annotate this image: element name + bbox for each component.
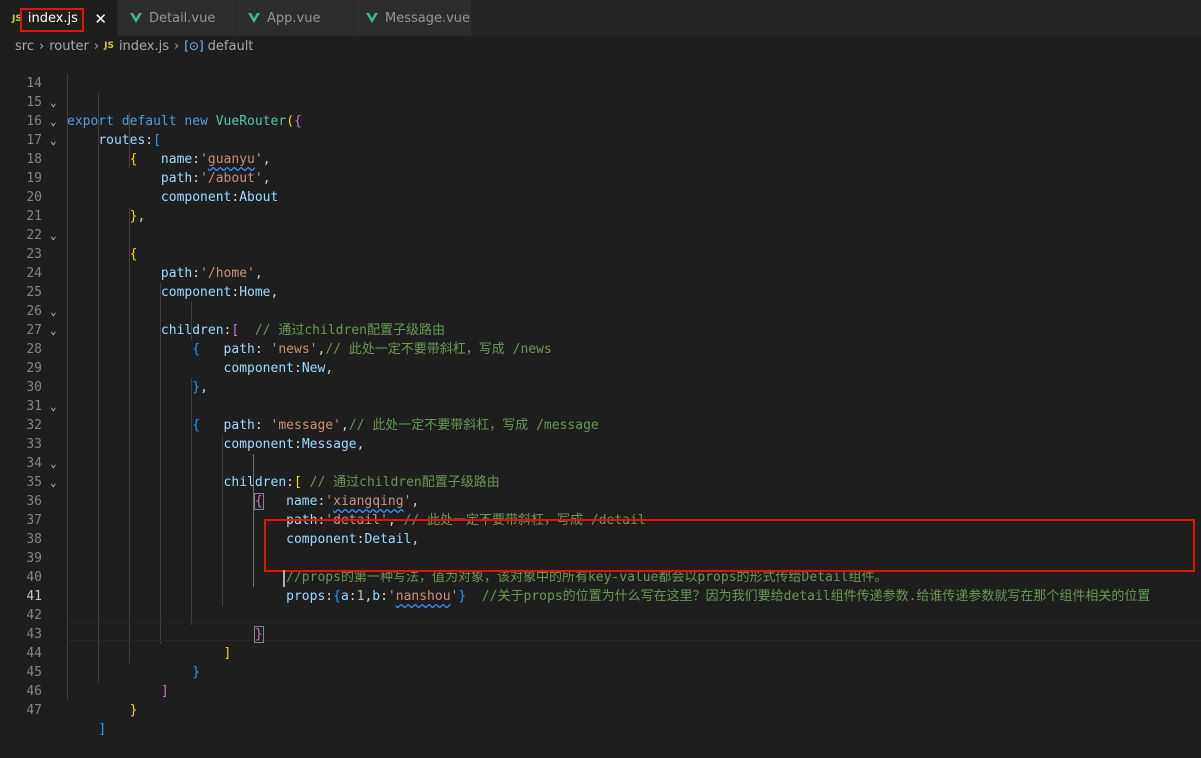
code-line: 26 ⌄ {: [0, 283, 1201, 357]
code-line: 19 component:About: [0, 150, 1201, 205]
code-line: 44 }: [0, 625, 1201, 680]
code-line: 46 }: [0, 663, 1201, 718]
code-line: 30 ⌄ {: [0, 359, 1201, 433]
code-line: 25 ⌄ children:[ // 通过children配置子级路由: [0, 264, 1201, 338]
tab-app-vue[interactable]: App.vue: [236, 0, 354, 36]
code-line: 32 component:Message,: [0, 397, 1201, 452]
tab-detail-vue[interactable]: Detail.vue: [118, 0, 236, 36]
symbol-module-icon: [⊙]: [184, 39, 204, 53]
tab-label: Message.vue: [385, 10, 471, 26]
vue-file-icon: [248, 13, 260, 23]
code-text: }: [129, 703, 138, 718]
code-line: 20 },: [0, 169, 1201, 224]
line-number: 47: [26, 703, 42, 718]
code-line: 15 ⌄ routes:[: [0, 74, 1201, 148]
text-cursor: [283, 570, 285, 587]
breadcrumb-src[interactable]: src: [15, 39, 34, 54]
tab-message-vue[interactable]: Message.vue: [354, 0, 472, 36]
code-line: 22: [0, 207, 1201, 243]
annotation-box-tab: [20, 8, 84, 32]
code-line: 36 path:'detail', // 此处一定不要带斜杠，写成 /detai…: [0, 473, 1201, 528]
code-line: 21 ⌄ {: [0, 188, 1201, 262]
code-line: 23 path:'/home',: [0, 226, 1201, 281]
code-line: 42 }: [0, 587, 1201, 643]
chevron-right-icon: ›: [93, 38, 100, 54]
chevron-right-icon: ›: [38, 38, 45, 54]
code-line: 24 component:Home,: [0, 245, 1201, 300]
code-line: 33 ⌄ children:[ // 通过children配置子级路由: [0, 416, 1201, 490]
annotation-box-code: [264, 519, 1195, 572]
vue-file-icon: [366, 13, 378, 23]
code-line: 37 component:Detail,: [0, 492, 1201, 547]
code-line: 34 ⌄ {: [0, 435, 1201, 510]
code-line: 17 name:'guanyu',: [0, 112, 1201, 167]
code-text: ]: [98, 722, 107, 737]
code-line: 35 name:'xiangqing',: [0, 454, 1201, 509]
code-line: 45 ]: [0, 644, 1201, 699]
code-line: 28 component:New,: [0, 321, 1201, 376]
code-line: 47 ]: [0, 682, 1201, 737]
js-file-icon: JS: [104, 41, 114, 51]
tab-label: Detail.vue: [149, 10, 216, 26]
chevron-right-icon: ›: [174, 38, 180, 54]
vue-file-icon: [130, 13, 142, 23]
code-line: 14 ⌄ export default new VueRouter({: [0, 55, 1201, 129]
breadcrumb-router[interactable]: router: [49, 39, 89, 54]
breadcrumb-symbol[interactable]: default: [208, 39, 254, 54]
breadcrumb-file[interactable]: index.js: [119, 39, 169, 54]
code-line: 29 },: [0, 340, 1201, 395]
editor-tab-bar: JS index.js ✕ Detail.vue App.vue Message…: [0, 0, 1201, 36]
code-line: 31 path: 'message',// 此处一定不要带斜杠，写成 /mess…: [0, 378, 1201, 433]
breadcrumb: src › router › JS index.js › [⊙] default: [0, 36, 1201, 56]
close-icon[interactable]: ✕: [94, 10, 107, 28]
code-line: 16 ⌄ {: [0, 93, 1201, 167]
code-line: 18 path:'/about',: [0, 131, 1201, 186]
code-line: 43 ]: [0, 606, 1201, 661]
code-editor[interactable]: 14 ⌄ export default new VueRouter({ 15 ⌄…: [0, 55, 1201, 737]
code-line: 27 path: 'news',// 此处一定不要带斜杠，写成 /news: [0, 302, 1201, 357]
tab-label: App.vue: [267, 10, 321, 26]
